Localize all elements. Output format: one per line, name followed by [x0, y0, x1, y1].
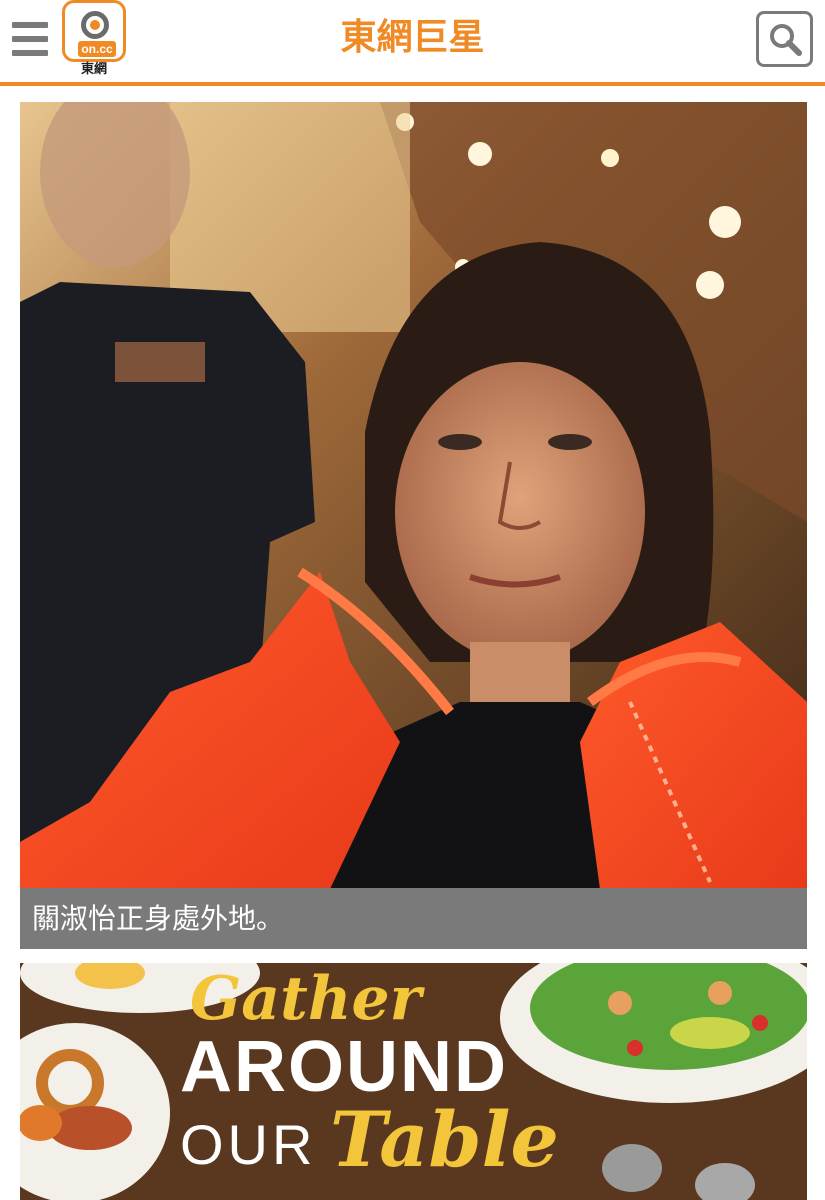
logo-badge-text: on.cc: [78, 41, 116, 57]
menu-bar: [12, 22, 48, 28]
logo-badge: on.cc: [62, 0, 126, 62]
hamburger-menu-icon[interactable]: [12, 22, 48, 56]
logo-ring-icon: [81, 11, 109, 39]
placemat-line-4: Table: [330, 1095, 559, 1184]
article-photo-illustration: [20, 102, 807, 889]
menu-bar: [12, 50, 48, 56]
search-icon: [770, 24, 802, 56]
article-photo-2[interactable]: Gather AROUND OUR Table: [20, 963, 807, 1200]
article-photo[interactable]: [20, 102, 807, 889]
site-logo[interactable]: on.cc 東網: [62, 0, 128, 80]
placemat-line-1: Gather: [190, 964, 422, 1034]
top-header: on.cc 東網 東網巨星: [0, 0, 825, 86]
search-button[interactable]: [756, 11, 813, 67]
placemat-line-3: OUR: [180, 1113, 317, 1176]
logo-label: 東網: [80, 62, 107, 77]
menu-bar: [12, 36, 48, 42]
photo-caption: 關淑怡正身處外地。: [20, 888, 807, 949]
